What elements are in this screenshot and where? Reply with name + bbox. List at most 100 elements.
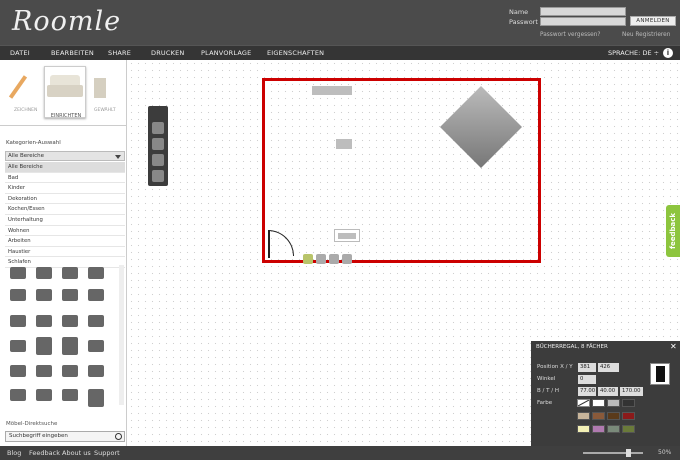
furniture-item[interactable] [36,389,52,401]
furniture-item[interactable] [36,267,52,279]
furniture-item[interactable] [88,389,104,407]
furniture-object[interactable] [336,139,352,149]
category-option[interactable]: Alle Bereiche [5,162,125,173]
furniture-item[interactable] [10,315,26,327]
furniture-item[interactable] [88,365,104,377]
furniture-item[interactable] [62,337,78,355]
thumbnail-scrollbar[interactable] [119,265,124,405]
search-icon[interactable] [115,433,122,440]
feedback-tab[interactable]: feedback [666,205,680,257]
menu-eigenschaften[interactable]: EIGENSCHAFTEN [267,49,324,57]
category-option[interactable]: Dekoration [5,193,125,205]
rotate-icon[interactable] [329,254,339,264]
color-swatch[interactable] [622,412,635,420]
zoom-slider[interactable] [583,452,643,454]
color-swatch[interactable] [607,399,620,407]
position-x-input[interactable]: 381 [578,363,596,372]
footer: Blog Feedback About us Support 50% [0,446,680,460]
selected-bookshelf[interactable] [334,229,360,242]
furniture-item[interactable] [88,340,104,352]
select-tool-icon[interactable] [152,122,164,134]
menu-share[interactable]: SHARE [108,49,131,57]
pencil-icon[interactable] [8,75,28,99]
menu-planvorlage[interactable]: PLANVORLAGE [201,49,251,57]
zoom-slider-handle[interactable] [626,449,631,457]
color-label: Farbe [537,400,553,406]
furniture-item[interactable] [10,289,26,301]
resize-icon[interactable] [342,254,352,264]
width-input[interactable]: 77.00 [578,387,596,396]
category-option[interactable]: Kochen/Essen [5,204,125,215]
furniture-item[interactable] [10,267,26,279]
furniture-item[interactable] [88,289,104,301]
app-logo[interactable]: Roomle [12,6,121,37]
color-swatch[interactable] [607,412,620,420]
menu-drucken[interactable]: DRUCKEN [151,49,184,57]
furniture-item[interactable] [36,289,52,301]
menu-bearbeiten[interactable]: BEARBEITEN [51,49,94,57]
mode-gewaehlt[interactable]: GEWÄHLT [94,108,116,113]
color-swatch[interactable] [607,425,620,433]
furniture-icon[interactable] [94,78,106,98]
password-input[interactable] [540,17,626,26]
furniture-item[interactable] [10,365,26,377]
forgot-password-link[interactable]: Passwort vergessen? [540,32,601,38]
footer-feedback-link[interactable]: Feedback [29,449,60,457]
category-option[interactable]: Arbeiten [5,236,125,247]
login-button[interactable]: ANMELDEN [630,16,676,26]
footer-blog-link[interactable]: Blog [7,449,21,457]
furniture-item[interactable] [62,315,78,327]
no-color-swatch[interactable] [577,399,590,407]
mode-einrichten[interactable]: EINRICHTEN [44,66,86,119]
furniture-item[interactable] [36,337,52,355]
furniture-item[interactable] [10,389,26,401]
color-swatch[interactable] [592,425,605,433]
category-option[interactable]: Haustier [5,246,125,258]
height-input[interactable]: 170.00 [620,387,643,396]
furniture-item[interactable] [10,340,26,352]
furniture-object[interactable] [312,86,352,95]
furniture-item[interactable] [88,315,104,327]
color-swatch[interactable] [592,399,605,407]
category-option[interactable]: Wohnen [5,225,125,237]
name-input[interactable] [540,7,626,16]
color-swatch[interactable] [592,412,605,420]
color-swatch[interactable] [577,412,590,420]
search-placeholder: Suchbegriff eingeben [9,433,68,439]
lock-icon[interactable] [303,254,313,264]
category-option[interactable]: Kinder [5,183,125,194]
furniture-item[interactable] [62,389,78,401]
category-option[interactable]: Bad [5,172,125,184]
depth-input[interactable]: 40.00 [598,387,618,396]
mode-zeichnen[interactable]: ZEICHNEN [14,108,37,113]
register-link[interactable]: Neu Registrieren [622,32,670,38]
bookshelf-preview [650,363,670,385]
furniture-thumbnails [4,265,124,412]
close-icon[interactable]: ✕ [670,342,677,351]
color-swatch[interactable] [577,425,590,433]
furniture-item[interactable] [62,289,78,301]
wall-tool-icon[interactable] [152,154,164,166]
position-y-input[interactable]: 426 [598,363,619,372]
category-select[interactable]: Alle Bereiche [5,151,125,161]
layer-tool-icon[interactable] [152,170,164,182]
menu-datei[interactable]: DATEI [10,49,30,57]
furniture-item[interactable] [62,267,78,279]
angle-input[interactable]: 0 [578,375,596,384]
measure-tool-icon[interactable] [152,138,164,150]
footer-about-link[interactable]: About us [62,449,91,457]
color-swatch[interactable] [622,425,635,433]
furniture-item[interactable] [36,365,52,377]
category-selected-value: Alle Bereiche [8,153,45,159]
furniture-item[interactable] [36,315,52,327]
language-selector[interactable]: SPRACHE: DE ÷ [608,49,659,57]
delete-icon[interactable] [316,254,326,264]
furniture-item[interactable] [88,267,104,279]
category-option[interactable]: Unterhaltung [5,215,125,226]
footer-support-link[interactable]: Support [94,449,120,457]
color-swatch[interactable] [622,399,635,407]
furniture-item[interactable] [62,365,78,377]
search-input[interactable]: Suchbegriff eingeben [5,431,125,442]
name-label: Name [509,8,529,16]
info-icon[interactable]: i [663,48,673,58]
